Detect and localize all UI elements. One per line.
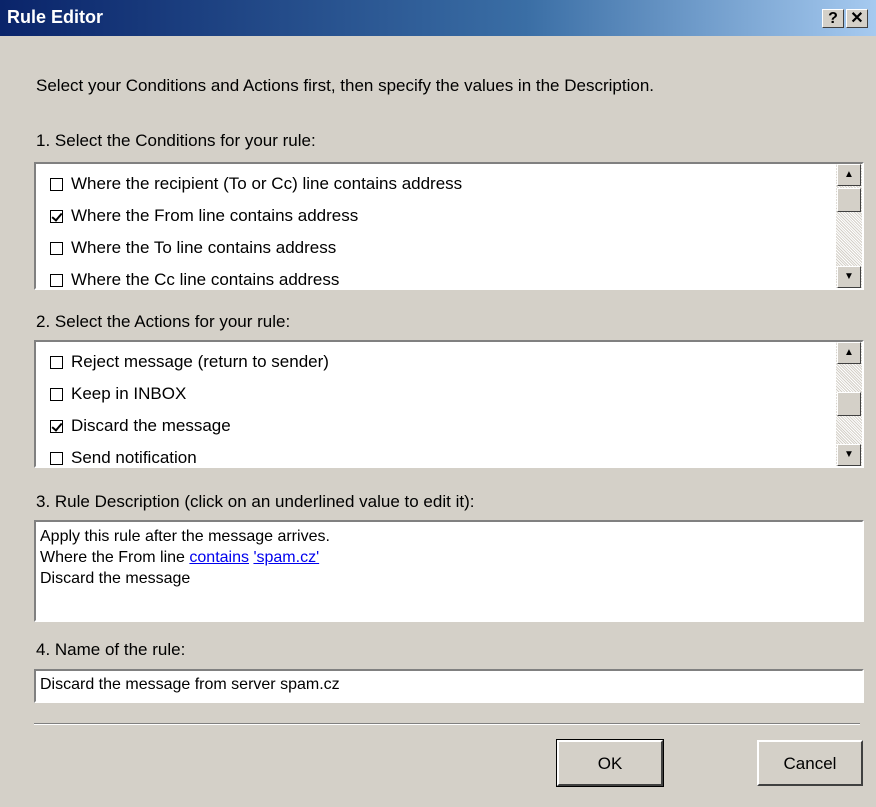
title-bar[interactable]: Rule Editor ? ✕: [0, 0, 876, 36]
condition-item-label: Where the Cc line contains address: [71, 270, 340, 289]
scroll-up-arrow-icon[interactable]: ▲: [837, 164, 861, 186]
checkbox[interactable]: [50, 387, 63, 401]
separator: [34, 723, 860, 725]
condition-item-label: Where the To line contains address: [71, 238, 337, 257]
rule-name-label: 4. Name of the rule:: [36, 640, 186, 659]
window-title: Rule Editor: [7, 7, 104, 27]
checkbox[interactable]: [50, 209, 63, 223]
condition-item[interactable]: Where the recipient (To or Cc) line cont…: [50, 170, 462, 198]
description-label: 3. Rule Description (click on an underli…: [36, 492, 475, 511]
scroll-thumb[interactable]: [837, 392, 861, 416]
condition-item[interactable]: Where the To line contains address: [50, 234, 336, 262]
scroll-down-arrow-icon[interactable]: ▼: [837, 266, 861, 288]
checkbox[interactable]: [50, 419, 63, 433]
checkbox[interactable]: [50, 177, 63, 191]
actions-scrollbar[interactable]: ▲ ▼: [836, 342, 862, 466]
conditions-scrollbar[interactable]: ▲ ▼: [836, 164, 862, 288]
help-button[interactable]: ?: [822, 9, 844, 28]
checkbox[interactable]: [50, 273, 63, 287]
conditions-label: 1. Select the Conditions for your rule:: [36, 131, 316, 150]
description-line-2-prefix: Where the From line: [40, 549, 190, 566]
ok-button[interactable]: OK: [556, 739, 664, 787]
scroll-up-arrow-icon[interactable]: ▲: [837, 342, 861, 364]
action-item[interactable]: Keep in INBOX: [50, 380, 186, 408]
rule-description-box: Apply this rule after the message arrive…: [34, 520, 864, 622]
description-line-3: Discard the message: [40, 570, 191, 587]
condition-item[interactable]: Where the Cc line contains address: [50, 266, 340, 289]
description-line-2: Where the From line contains 'spam.cz': [40, 547, 858, 568]
scroll-down-arrow-icon[interactable]: ▼: [837, 444, 861, 466]
cancel-button[interactable]: Cancel: [757, 740, 863, 786]
action-item[interactable]: Discard the message: [50, 412, 231, 440]
condition-item-label: Where the From line contains address: [71, 206, 359, 225]
actions-listbox[interactable]: Reject message (return to sender) Keep i…: [34, 340, 864, 468]
actions-label: 2. Select the Actions for your rule:: [36, 312, 291, 331]
action-item-label: Discard the message: [71, 416, 231, 435]
checkbox[interactable]: [50, 241, 63, 255]
contains-link[interactable]: contains: [189, 549, 249, 566]
instructions-text: Select your Conditions and Actions first…: [36, 76, 654, 95]
description-line-1: Apply this rule after the message arrive…: [40, 528, 330, 545]
rule-name-input[interactable]: Discard the message from server spam.cz: [34, 669, 864, 703]
scroll-thumb[interactable]: [837, 188, 861, 212]
action-item-label: Reject message (return to sender): [71, 352, 329, 371]
action-item-label: Keep in INBOX: [71, 384, 187, 403]
conditions-listbox[interactable]: Where the recipient (To or Cc) line cont…: [34, 162, 864, 290]
condition-item[interactable]: Where the From line contains address: [50, 202, 358, 230]
rule-editor-window: Rule Editor ? ✕ Select your Conditions a…: [0, 0, 876, 807]
action-item[interactable]: Send notification: [50, 444, 197, 467]
action-item-label: Send notification: [71, 448, 197, 467]
checkbox[interactable]: [50, 355, 63, 369]
address-value-link[interactable]: 'spam.cz': [253, 549, 319, 566]
action-item[interactable]: Reject message (return to sender): [50, 348, 329, 376]
checkbox[interactable]: [50, 451, 63, 465]
close-button[interactable]: ✕: [846, 9, 868, 28]
condition-item-label: Where the recipient (To or Cc) line cont…: [71, 174, 463, 193]
